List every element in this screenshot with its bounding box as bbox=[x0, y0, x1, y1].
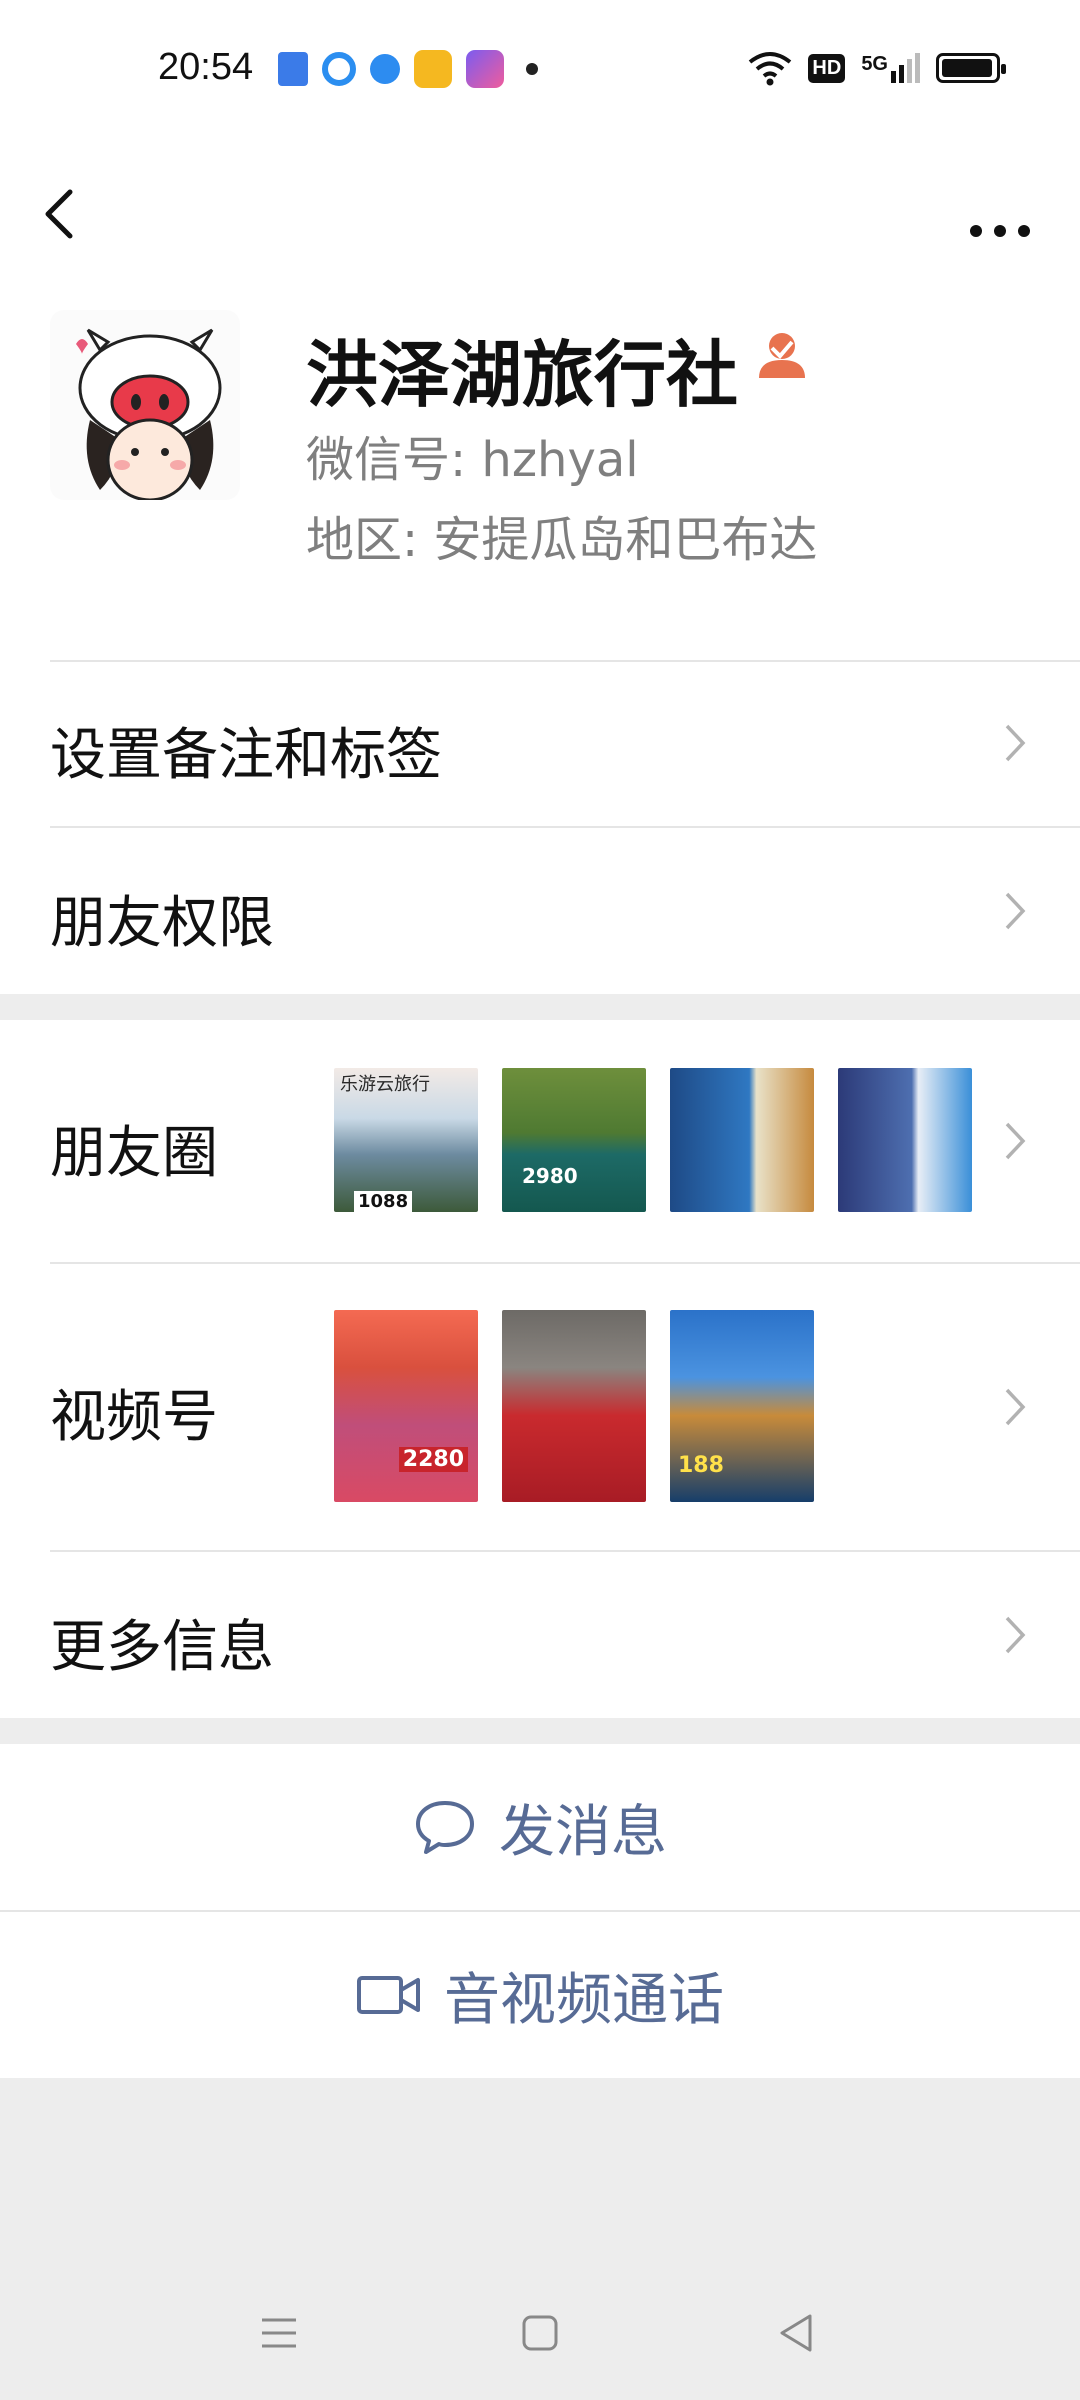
channels-row[interactable]: 视频号 2280 188 bbox=[0, 1262, 1080, 1550]
chevron-right-icon bbox=[1005, 1616, 1026, 1654]
back-icon[interactable] bbox=[36, 184, 96, 244]
menu-icon[interactable] bbox=[254, 2308, 304, 2358]
send-message-button[interactable]: 发消息 bbox=[0, 1744, 1080, 1910]
row-divider bbox=[50, 826, 1080, 828]
friend-permissions-label: 朋友权限 bbox=[50, 891, 274, 956]
moments-thumbnail bbox=[670, 1068, 814, 1212]
wifi-icon bbox=[749, 52, 792, 86]
thumbnail-caption: 乐游云旅行 bbox=[340, 1074, 430, 1095]
thumbnail-price: 188 bbox=[678, 1453, 724, 1478]
chevron-right-icon bbox=[1005, 1388, 1026, 1426]
home-icon[interactable] bbox=[515, 2308, 565, 2358]
nav-bar bbox=[0, 140, 1080, 290]
channels-label: 视频号 bbox=[50, 1385, 218, 1450]
voice-video-call-button[interactable]: 音视频通话 bbox=[0, 1912, 1080, 2078]
channels-thumbnails: 2280 188 bbox=[334, 1310, 814, 1502]
status-bar: 20:54 HD 5G bbox=[0, 0, 1080, 140]
row-divider bbox=[50, 660, 1080, 662]
remark-tags-label: 设置备注和标签 bbox=[50, 723, 442, 788]
moments-label: 朋友圈 bbox=[50, 1121, 218, 1186]
profile-header: 洪泽湖旅行社 微信号: hzhyal 地区: 安提瓜岛和巴布达 bbox=[0, 290, 1080, 660]
moments-thumbnails: 乐游云旅行 1088 2980 bbox=[334, 1068, 972, 1212]
chevron-right-icon bbox=[1005, 892, 1026, 930]
remark-tags-row[interactable]: 设置备注和标签 bbox=[0, 660, 1080, 826]
row-divider bbox=[50, 1550, 1080, 1552]
voice-video-call-label: 音视频通话 bbox=[444, 1967, 724, 2033]
row-divider bbox=[50, 1262, 1080, 1264]
system-icons: HD 5G bbox=[748, 50, 1006, 86]
chat-bubble-icon bbox=[416, 1801, 474, 1854]
battery-icon bbox=[936, 53, 1006, 83]
back-triangle-icon[interactable] bbox=[772, 2308, 822, 2358]
more-notifications-icon bbox=[526, 63, 538, 75]
more-info-label: 更多信息 bbox=[50, 1615, 274, 1680]
settings-notification-icon bbox=[370, 54, 400, 84]
status-time: 20:54 bbox=[158, 46, 254, 88]
cellular-signal-icon: 5G bbox=[861, 53, 920, 83]
channels-thumbnail: 188 bbox=[670, 1310, 814, 1502]
wechat-id: 微信号: hzhyal bbox=[306, 432, 639, 488]
chevron-right-icon bbox=[1005, 1122, 1026, 1160]
more-info-row[interactable]: 更多信息 bbox=[0, 1550, 1080, 1718]
more-options-icon[interactable] bbox=[960, 184, 1040, 244]
thumbnail-price: 1088 bbox=[354, 1191, 413, 1212]
system-navigation-bar bbox=[0, 2290, 1080, 2380]
video-camera-icon bbox=[357, 1976, 420, 2014]
profile-name: 洪泽湖旅行社 bbox=[306, 333, 739, 417]
moments-row[interactable]: 朋友圈 乐游云旅行 1088 2980 bbox=[0, 1020, 1080, 1262]
app-notification-icon bbox=[278, 52, 308, 86]
channels-thumbnail: 2280 bbox=[334, 1310, 478, 1502]
shortcut-notification-icon bbox=[466, 50, 504, 88]
browser-notification-icon bbox=[322, 52, 356, 86]
verified-user-icon bbox=[759, 333, 805, 378]
friend-permissions-row[interactable]: 朋友权限 bbox=[0, 826, 1080, 994]
thumbnail-price: 2280 bbox=[398, 1447, 468, 1472]
notification-icons bbox=[278, 50, 538, 88]
channels-thumbnail bbox=[502, 1310, 646, 1502]
moments-thumbnail: 2980 bbox=[502, 1068, 646, 1212]
wallet-notification-icon bbox=[414, 50, 452, 88]
region: 地区: 安提瓜岛和巴布达 bbox=[306, 512, 818, 568]
moments-thumbnail: 乐游云旅行 1088 bbox=[334, 1068, 478, 1212]
moments-thumbnail bbox=[838, 1068, 972, 1212]
chevron-right-icon bbox=[1005, 724, 1026, 762]
hd-badge: HD bbox=[808, 53, 846, 83]
network-type-label: 5G bbox=[861, 53, 888, 75]
avatar[interactable] bbox=[50, 310, 240, 500]
send-message-label: 发消息 bbox=[499, 1799, 667, 1865]
thumbnail-price: 2980 bbox=[522, 1164, 578, 1188]
